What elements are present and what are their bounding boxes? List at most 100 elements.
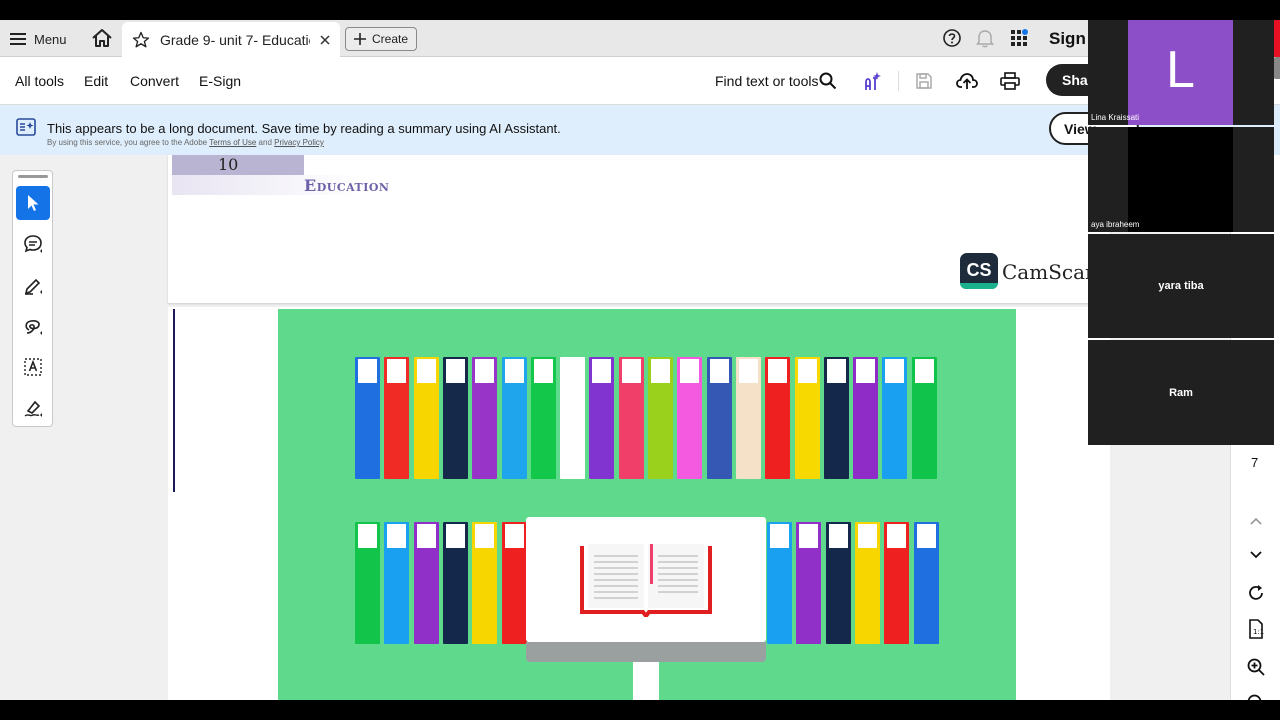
window-close-edge[interactable] bbox=[1273, 20, 1280, 57]
privacy-link[interactable]: Privacy Policy bbox=[274, 138, 324, 147]
hamburger-icon bbox=[10, 33, 26, 45]
book bbox=[854, 522, 880, 644]
book-label bbox=[621, 359, 641, 383]
monitor-stand bbox=[633, 662, 659, 700]
search-button[interactable] bbox=[816, 69, 840, 93]
participant-tile[interactable]: Ram bbox=[1088, 340, 1274, 445]
text-tool[interactable] bbox=[16, 350, 50, 384]
svg-text:1:1: 1:1 bbox=[1253, 628, 1264, 636]
book bbox=[767, 522, 792, 644]
sign-tool[interactable] bbox=[16, 391, 50, 425]
book bbox=[560, 357, 586, 479]
book-label bbox=[416, 359, 436, 383]
book-label bbox=[914, 359, 934, 383]
draw-tool[interactable] bbox=[16, 309, 50, 343]
menu-button[interactable]: Menu bbox=[10, 28, 67, 50]
edit-menu[interactable]: Edit bbox=[84, 73, 108, 89]
book bbox=[355, 522, 380, 644]
book-label bbox=[504, 524, 524, 548]
book bbox=[355, 357, 380, 479]
rail-grip[interactable] bbox=[18, 175, 48, 178]
book bbox=[765, 357, 791, 479]
zoom-out-button[interactable] bbox=[1244, 691, 1268, 700]
page-number: 10 bbox=[218, 155, 239, 174]
help-button[interactable] bbox=[940, 26, 964, 50]
refresh-icon bbox=[1249, 585, 1263, 600]
book bbox=[589, 357, 615, 479]
tab-document[interactable]: Grade 9- unit 7- Educatio... bbox=[122, 22, 340, 57]
book bbox=[884, 522, 910, 644]
home-button[interactable] bbox=[90, 26, 114, 50]
book bbox=[794, 357, 820, 479]
find-text-button[interactable]: Find text or tools bbox=[715, 73, 819, 89]
book bbox=[735, 357, 761, 479]
highlight-tool[interactable] bbox=[16, 268, 50, 302]
book bbox=[823, 357, 849, 479]
comment-tool[interactable] bbox=[16, 227, 50, 261]
book bbox=[882, 357, 908, 479]
book-label bbox=[533, 359, 553, 383]
participant-tile[interactable]: aya ibraheem bbox=[1088, 127, 1274, 232]
select-tool[interactable] bbox=[16, 186, 50, 220]
document-page bbox=[168, 307, 1110, 700]
book bbox=[472, 357, 498, 479]
rotate-button[interactable] bbox=[1244, 581, 1268, 605]
book bbox=[825, 522, 851, 644]
all-tools-menu[interactable]: All tools bbox=[15, 73, 64, 89]
document-page: 10 Education CS CamScann bbox=[168, 155, 1111, 303]
book bbox=[911, 357, 937, 479]
book-label bbox=[828, 524, 848, 548]
convert-menu[interactable]: Convert bbox=[130, 73, 179, 89]
upload-button[interactable] bbox=[955, 69, 979, 93]
tab-title: Grade 9- unit 7- Educatio... bbox=[160, 31, 310, 48]
scrollbar-edge[interactable] bbox=[1273, 57, 1280, 79]
zoom-out-icon bbox=[1247, 694, 1262, 700]
ai-assistant-button[interactable] bbox=[861, 69, 885, 93]
zoom-in-icon bbox=[1247, 658, 1265, 676]
participant-tile[interactable]: yara tiba bbox=[1088, 234, 1274, 338]
book-label bbox=[358, 359, 377, 383]
close-icon[interactable] bbox=[320, 34, 330, 45]
document-viewport[interactable]: 10 Education CS CamScann bbox=[60, 155, 1230, 700]
book bbox=[853, 357, 879, 479]
book-label bbox=[885, 359, 905, 383]
zoom-in-button[interactable] bbox=[1244, 655, 1268, 679]
avatar: L bbox=[1128, 20, 1233, 125]
save-button[interactable] bbox=[912, 69, 936, 93]
book-label bbox=[592, 359, 612, 383]
create-button[interactable]: Create bbox=[345, 27, 418, 51]
book-label bbox=[651, 359, 670, 383]
cloud-upload-icon bbox=[956, 73, 978, 89]
book bbox=[648, 357, 673, 479]
notifications-button[interactable] bbox=[973, 26, 997, 50]
text-box-icon bbox=[24, 358, 42, 376]
page-thumbnail-button[interactable]: 1:1 bbox=[1244, 617, 1268, 641]
book bbox=[413, 522, 439, 644]
previous-page-button[interactable] bbox=[1244, 509, 1268, 533]
book-label bbox=[799, 524, 819, 548]
ai-assistant-icon bbox=[865, 72, 881, 90]
chevron-down-icon bbox=[1250, 551, 1262, 559]
book-label bbox=[445, 359, 465, 383]
next-page-button[interactable] bbox=[1244, 543, 1268, 567]
book-label bbox=[387, 524, 407, 548]
book bbox=[501, 357, 527, 479]
book bbox=[618, 357, 644, 479]
terms-link[interactable]: Terms of Use bbox=[209, 138, 256, 147]
esign-menu[interactable]: E-Sign bbox=[199, 73, 241, 89]
tool-rail bbox=[12, 170, 53, 427]
star-icon[interactable] bbox=[132, 31, 150, 49]
book-label bbox=[738, 359, 758, 383]
book bbox=[384, 522, 410, 644]
apps-grid-icon bbox=[1011, 29, 1028, 46]
print-button[interactable] bbox=[998, 69, 1022, 93]
book-label bbox=[887, 524, 907, 548]
participant-tile[interactable]: L Lina Kraissati bbox=[1088, 20, 1274, 125]
banner-message: This appears to be a long document. Save… bbox=[47, 121, 561, 136]
page-count: 7 bbox=[1251, 455, 1259, 470]
apps-button[interactable] bbox=[1007, 26, 1031, 50]
book-label bbox=[475, 359, 495, 383]
book bbox=[442, 357, 468, 479]
help-icon bbox=[943, 29, 961, 47]
video-feed bbox=[1128, 127, 1233, 232]
